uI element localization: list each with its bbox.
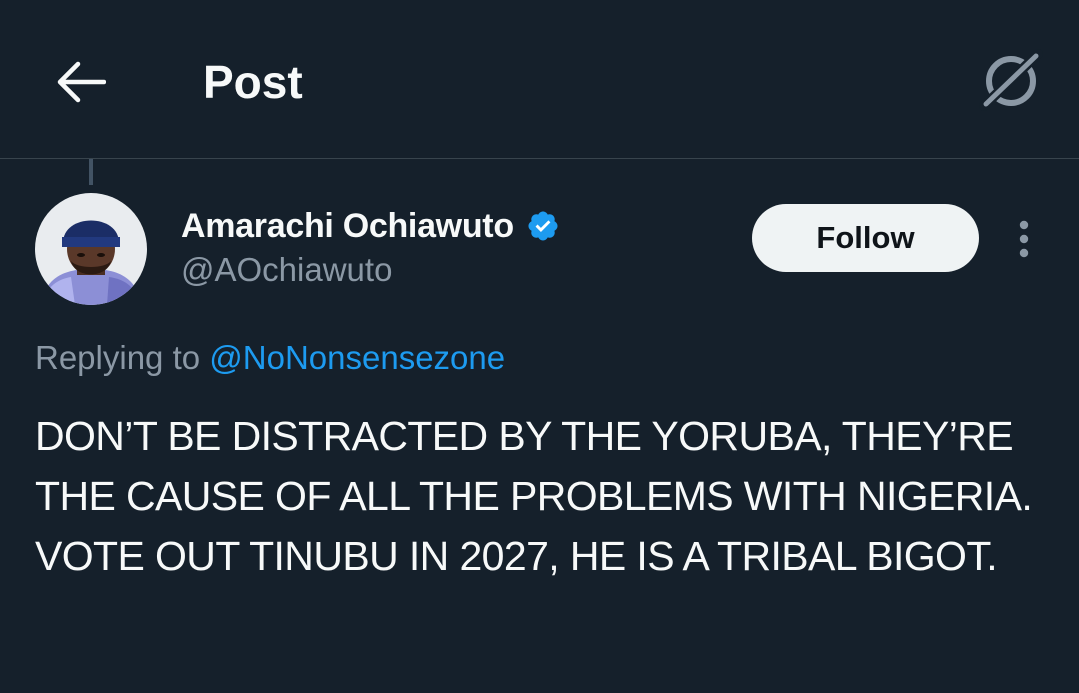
reply-handle-link[interactable]: @NoNonsensezone bbox=[209, 339, 505, 376]
avatar-image bbox=[35, 193, 147, 305]
thread-connector bbox=[89, 159, 93, 185]
verified-badge-icon[interactable] bbox=[526, 209, 560, 243]
back-button[interactable] bbox=[52, 54, 108, 110]
post-text: DON’T BE DISTRACTED BY THE YORUBA, THEY’… bbox=[35, 413, 1033, 579]
grok-icon bbox=[979, 49, 1043, 111]
grok-button[interactable] bbox=[974, 46, 1048, 116]
post-screen: Post Amarachi Ochiawuto @AOchiawuto Foll… bbox=[0, 0, 1079, 693]
more-options-button[interactable] bbox=[1004, 214, 1044, 264]
top-bar: Post bbox=[0, 0, 1079, 159]
avatar[interactable] bbox=[35, 193, 147, 305]
author-handle[interactable]: @AOchiawuto bbox=[181, 248, 392, 292]
arrow-left-icon bbox=[57, 61, 106, 103]
page-title: Post bbox=[203, 56, 303, 108]
author-name-row[interactable]: Amarachi Ochiawuto bbox=[181, 203, 560, 249]
more-vertical-icon bbox=[1019, 220, 1029, 258]
follow-button[interactable]: Follow bbox=[752, 204, 979, 272]
author-name[interactable]: Amarachi Ochiawuto bbox=[181, 207, 514, 246]
replying-to-line: Replying to @NoNonsensezone bbox=[35, 336, 505, 380]
replying-prefix: Replying to bbox=[35, 339, 201, 376]
